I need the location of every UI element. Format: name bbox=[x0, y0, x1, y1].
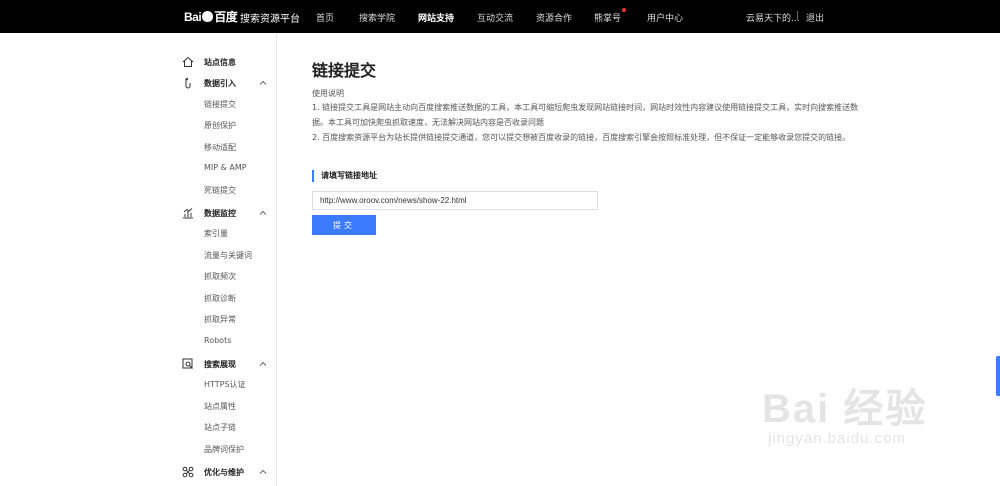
nav-site-support[interactable]: 网站支持 bbox=[418, 11, 454, 24]
nav-academy[interactable]: 搜索学院 bbox=[359, 11, 395, 24]
sidebar-item-label: 流量与关键词 bbox=[204, 251, 252, 260]
link-url-input[interactable] bbox=[312, 191, 598, 210]
sidebar: 站点信息 数据引入 链接提交 原创保护 移动适配 MIP & AMP 死链提交 … bbox=[170, 33, 277, 486]
chevron-up-icon[interactable] bbox=[258, 359, 268, 369]
home-icon bbox=[182, 56, 194, 67]
sidebar-group-optimize[interactable]: 优化与维护 bbox=[170, 463, 277, 483]
sidebar-item-https[interactable]: HTTPS认证 bbox=[170, 375, 277, 395]
sidebar-item-label: MIP & AMP bbox=[204, 163, 247, 172]
sidebar-item-robots[interactable]: Robots bbox=[170, 332, 277, 352]
sidebar-item-crawl-diagnose[interactable]: 抓取诊断 bbox=[170, 289, 277, 309]
chevron-up-icon[interactable] bbox=[258, 78, 268, 88]
sidebar-item-link-submit[interactable]: 链接提交 bbox=[170, 95, 277, 115]
sidebar-item-label: 原创保护 bbox=[204, 121, 236, 130]
user-name[interactable]: 云易天下的... bbox=[746, 11, 800, 24]
nav-xiongzhang-label: 熊掌号 bbox=[594, 14, 622, 24]
sidebar-group-data-monitor[interactable]: 数据监控 bbox=[170, 204, 277, 224]
chevron-up-icon[interactable] bbox=[258, 467, 268, 477]
sidebar-item-crawl-frequency[interactable]: 抓取频次 bbox=[170, 267, 277, 287]
sidebar-group-label: 站点信息 bbox=[204, 58, 236, 67]
sidebar-group-search-display[interactable]: 搜索展现 bbox=[170, 355, 277, 375]
sidebar-group-label: 搜索展现 bbox=[204, 360, 236, 369]
sidebar-item-label: 抓取诊断 bbox=[204, 294, 236, 303]
data-import-icon bbox=[184, 77, 191, 89]
nav-interaction[interactable]: 互动交流 bbox=[477, 11, 513, 24]
sidebar-item-sitelinks[interactable]: 站点子链 bbox=[170, 418, 277, 438]
sidebar-item-label: Robots bbox=[204, 336, 232, 345]
paw-icon bbox=[202, 11, 214, 22]
logo-bai-text: Bai bbox=[184, 9, 202, 24]
sidebar-item-label: 站点属性 bbox=[204, 402, 236, 411]
sidebar-item-label: HTTPS认证 bbox=[204, 380, 246, 389]
usage-point-2: 2. 百度搜索资源平台为站长提供链接提交通道，您可以提交想被百度收录的链接，百度… bbox=[312, 133, 851, 142]
sidebar-item-label: 站点子链 bbox=[204, 423, 236, 432]
page-title: 链接提交 bbox=[312, 61, 377, 80]
sidebar-item-label: 移动适配 bbox=[204, 143, 236, 152]
chevron-up-icon[interactable] bbox=[258, 208, 268, 218]
sidebar-item-site-attributes[interactable]: 站点属性 bbox=[170, 397, 277, 417]
nav-user-center[interactable]: 用户中心 bbox=[647, 11, 683, 24]
sidebar-item-label: 死链提交 bbox=[204, 186, 236, 195]
watermark: Bai 经验 jingyan.baidu.com bbox=[762, 376, 927, 447]
usage-heading: 使用说明 bbox=[312, 89, 344, 98]
logo-du-text: 百度 bbox=[214, 10, 238, 24]
feedback-side-tab[interactable] bbox=[996, 356, 1000, 396]
sidebar-group-data-import[interactable]: 数据引入 bbox=[170, 74, 277, 94]
sidebar-group-label: 数据监控 bbox=[204, 209, 236, 218]
nav-home[interactable]: 首页 bbox=[316, 11, 334, 24]
sidebar-group-site-info[interactable]: 站点信息 bbox=[170, 53, 277, 73]
platform-title: 搜索资源平台 bbox=[240, 14, 300, 25]
submit-button[interactable]: 提交 bbox=[312, 215, 376, 235]
sidebar-item-label: 品牌词保护 bbox=[204, 445, 244, 454]
section-label: 请填写链接地址 bbox=[312, 170, 377, 182]
nav-xiongzhang[interactable]: 熊掌号 bbox=[594, 8, 627, 24]
sidebar-item-mobile-adapt[interactable]: 移动适配 bbox=[170, 138, 277, 158]
usage-point-1: 1. 链接提交工具是网站主动向百度搜索推送数据的工具，本工具可缩短爬虫发现网站链… bbox=[312, 103, 859, 127]
sidebar-item-brand-protect[interactable]: 品牌词保护 bbox=[170, 440, 277, 460]
sidebar-item-crawl-error[interactable]: 抓取异常 bbox=[170, 310, 277, 330]
sidebar-item-label: 索引量 bbox=[204, 229, 228, 238]
baidu-logo[interactable]: Bai 百度 bbox=[184, 8, 238, 25]
bar-chart-icon bbox=[183, 208, 193, 219]
separator: | bbox=[796, 11, 800, 21]
sidebar-group-label: 优化与维护 bbox=[204, 468, 244, 477]
sidebar-item-traffic-keywords[interactable]: 流量与关键词 bbox=[170, 246, 277, 266]
top-navigation-bar: Bai 百度 搜索资源平台 首页 搜索学院 网站支持 互动交流 资源合作 熊掌号… bbox=[0, 0, 1000, 33]
sidebar-item-index-volume[interactable]: 索引量 bbox=[170, 224, 277, 244]
watermark-brand: Bai 经验 bbox=[762, 387, 928, 431]
sidebar-item-dead-link[interactable]: 死链提交 bbox=[170, 181, 277, 201]
notification-dot-icon bbox=[622, 8, 627, 12]
logout-link[interactable]: 退出 bbox=[806, 11, 824, 24]
nav-resource-coop[interactable]: 资源合作 bbox=[536, 11, 572, 24]
watermark-url: jingyan.baidu.com bbox=[768, 430, 906, 447]
sidebar-item-mip-amp[interactable]: MIP & AMP bbox=[170, 159, 277, 179]
sidebar-item-label: 抓取异常 bbox=[204, 315, 236, 324]
sidebar-item-label: 抓取频次 bbox=[204, 272, 236, 281]
usage-description: 1. 链接提交工具是网站主动向百度搜索推送数据的工具，本工具可缩短爬虫发现网站链… bbox=[312, 100, 862, 145]
sidebar-item-original-protect[interactable]: 原创保护 bbox=[170, 116, 277, 136]
sidebar-group-label: 数据引入 bbox=[204, 79, 236, 88]
optimize-icon bbox=[182, 466, 194, 478]
search-display-icon bbox=[182, 358, 193, 369]
sidebar-item-label: 链接提交 bbox=[204, 100, 236, 109]
